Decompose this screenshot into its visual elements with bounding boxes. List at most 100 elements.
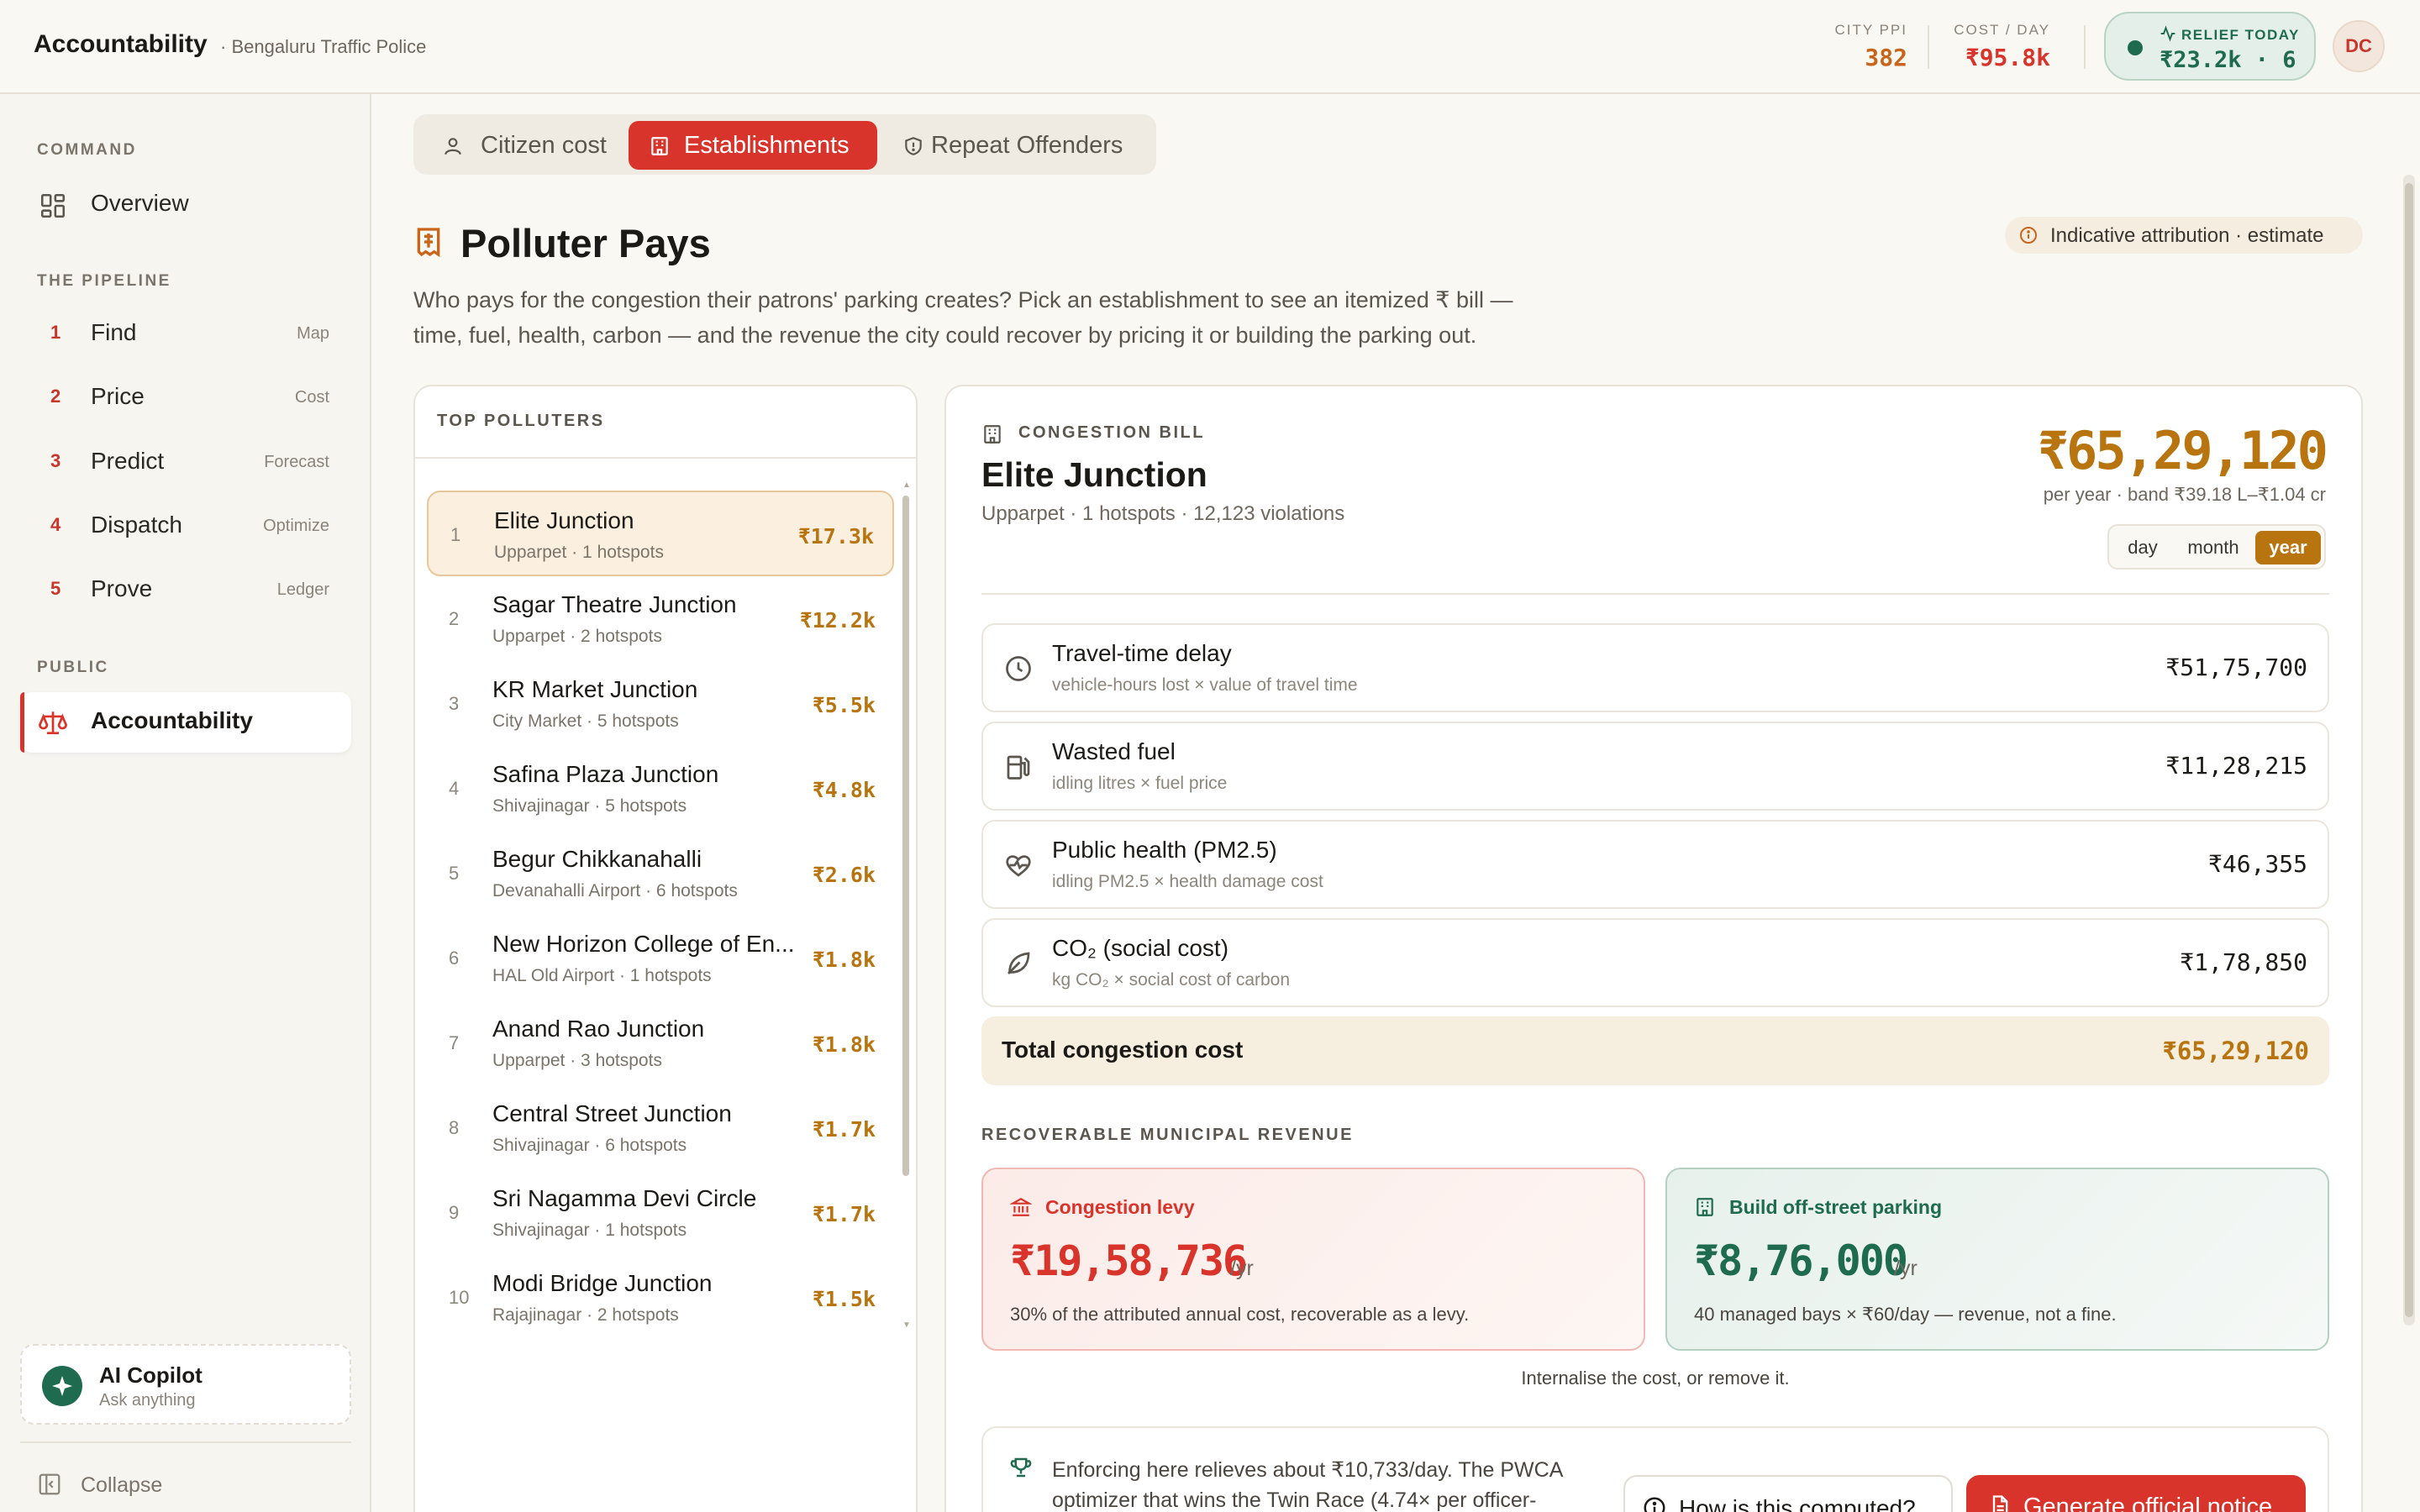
app-title: Accountability [34, 30, 208, 58]
rank: 4 [449, 778, 460, 799]
enforcement-text-line: optimizer that wins the Twin Race (4.74×… [1052, 1488, 1537, 1512]
divider [981, 593, 2329, 595]
clock-icon [1003, 654, 1034, 684]
line-title: Travel-time delay [1052, 640, 1232, 666]
public-heading: PUBLIC [37, 659, 109, 676]
app-subtitle: · Bengaluru Traffic Police [220, 36, 427, 57]
rank: 1 [450, 524, 461, 545]
how-computed-button[interactable]: How is this computed? [1623, 1475, 1953, 1512]
period-month-button[interactable]: month [2176, 533, 2250, 563]
sidebar-item-prove[interactable]: 5 Prove Ledger [20, 560, 351, 621]
polluter-sub: Devanahalli Airport · 6 hotspots [492, 881, 738, 900]
page-scroll-thumb[interactable] [2405, 183, 2413, 1317]
bill-total-amount: ₹65,29,120 [2037, 420, 2328, 481]
tab-establishments[interactable]: Establishments [629, 121, 877, 170]
parking-value: ₹8,76,000 [1694, 1236, 1908, 1285]
polluter-item[interactable]: 8 Central Street Junction Shivajinagar ·… [427, 1085, 894, 1171]
enforcement-text: Enforcing here relieves about ₹10,733/da… [1052, 1455, 1563, 1512]
parking-card: Build off-street parking ₹8,76,000 /yr 4… [1665, 1168, 2329, 1351]
relief-value: ₹23.2k · 6 [2160, 47, 2296, 73]
polluter-name: New Horizon College of En... [492, 931, 795, 957]
scale-icon [39, 708, 67, 737]
congestion-levy-card: Congestion levy ₹19,58,736 /yr 30% of th… [981, 1168, 1645, 1351]
sidebar-item-find[interactable]: 1 Find Map [20, 304, 351, 365]
bill-establishment-sub: Upparpet · 1 hotspots · 12,123 violation… [981, 502, 1345, 525]
step-number: 4 [50, 514, 61, 535]
sidebar-item-accountability[interactable]: Accountability [20, 692, 351, 753]
polluter-name: Central Street Junction [492, 1100, 732, 1126]
polluters-heading: TOP POLLUTERS [437, 412, 605, 430]
document-icon [1988, 1494, 2012, 1512]
tab-repeat-offenders[interactable]: Repeat Offenders [884, 121, 1150, 170]
sidebar-item-tag: Map [297, 324, 329, 343]
line-sub: idling litres × fuel price [1052, 774, 1228, 793]
line-value: ₹11,28,215 [2165, 752, 2307, 780]
period-year-button[interactable]: year [2255, 531, 2321, 564]
polluter-item[interactable]: 10 Modi Bridge Junction Rajajinagar · 2 … [427, 1255, 894, 1341]
polluter-sub: Upparpet · 2 hotspots [492, 627, 662, 646]
polluter-item[interactable]: 5 Begur Chikkanahalli Devanahalli Airpor… [427, 831, 894, 916]
sidebar-item-overview[interactable]: Overview [20, 175, 351, 235]
info-icon [2018, 225, 2039, 245]
sidebar-item-predict[interactable]: 3 Predict Forecast [20, 433, 351, 493]
command-heading: COMMAND [37, 141, 137, 159]
step-number: 1 [50, 322, 61, 343]
polluter-value: ₹1.8k [812, 1032, 876, 1057]
bill-establishment-name: Elite Junction [981, 455, 1207, 494]
list-scrollbar[interactable]: ▲ ▼ [902, 480, 911, 1337]
sidebar-item-price[interactable]: 2 Price Cost [20, 368, 351, 428]
info-icon [1642, 1495, 1667, 1512]
levy-value: ₹19,58,736 [1010, 1236, 1248, 1285]
page-title: Polluter Pays [460, 221, 711, 265]
bill-line-public-health: Public health (PM2.5) idling PM2.5 × hea… [981, 820, 2329, 909]
description-line: time, fuel, health, carbon — and the rev… [413, 323, 1477, 348]
polluter-item[interactable]: 4 Safina Plaza Junction Shivajinagar · 5… [427, 746, 894, 832]
polluter-name: Elite Junction [494, 507, 634, 533]
total-value: ₹65,29,120 [2162, 1037, 2309, 1065]
sidebar-item-dispatch[interactable]: 4 Dispatch Optimize [20, 496, 351, 557]
polluter-item[interactable]: 7 Anand Rao Junction Upparpet · 3 hotspo… [427, 1000, 894, 1086]
line-sub: idling PM2.5 × health damage cost [1052, 872, 1323, 891]
city-ppi-label: CITY PPI [1834, 22, 1907, 38]
polluter-name: Begur Chikkanahalli [492, 846, 702, 872]
receipt-icon [412, 225, 445, 259]
polluter-item[interactable]: 9 Sri Nagamma Devi Circle Shivajinagar ·… [427, 1170, 894, 1256]
tab-citizen-cost[interactable]: Citizen cost [422, 121, 620, 170]
page-description: Who pays for the congestion their patron… [413, 282, 1513, 353]
relief-today-pill[interactable]: RELIEF TODAY ₹23.2k · 6 [2104, 12, 2316, 81]
building-icon [1694, 1196, 1716, 1218]
period-day-button[interactable]: day [2116, 533, 2170, 563]
polluter-item[interactable]: 6 New Horizon College of En... HAL Old A… [427, 916, 894, 1001]
collapse-button[interactable]: Collapse [20, 1463, 272, 1505]
scroll-down-icon: ▼ [902, 1320, 911, 1330]
copilot-subtitle: Ask anything [99, 1391, 196, 1410]
total-row: Total congestion cost ₹65,29,120 [981, 1016, 2329, 1085]
tab-bar: Citizen cost Establishments Repeat Offen… [413, 114, 1156, 175]
polluter-item[interactable]: 2 Sagar Theatre Junction Upparpet · 2 ho… [427, 576, 894, 662]
scroll-up-icon: ▲ [902, 480, 911, 490]
heart-pulse-icon [1003, 850, 1034, 880]
rank: 8 [449, 1117, 460, 1138]
polluter-name: Sagar Theatre Junction [492, 591, 737, 617]
scroll-thumb[interactable] [902, 496, 909, 1176]
leaf-icon [1003, 948, 1034, 979]
page-scrollbar[interactable] [2403, 175, 2415, 1326]
grid-icon [39, 192, 67, 220]
bill-line-co2: CO₂ (social cost) kg CO₂ × social cost o… [981, 918, 2329, 1007]
sidebar: COMMAND Overview THE PIPELINE 1 Find Map… [0, 94, 371, 1512]
ai-copilot-card[interactable]: AI Copilot Ask anything [20, 1344, 351, 1425]
line-title: CO₂ (social cost) [1052, 935, 1229, 961]
top-polluters-card: TOP POLLUTERS 1 Elite Junction Upparpet … [413, 385, 918, 1512]
relief-label: RELIEF TODAY [2181, 27, 2300, 43]
polluter-item[interactable]: 3 KR Market Junction City Market · 5 hot… [427, 661, 894, 747]
polluter-item-selected[interactable]: 1 Elite Junction Upparpet · 1 hotspots ₹… [427, 491, 894, 576]
polluter-value: ₹12.2k [799, 608, 876, 633]
enforcement-text-line: Enforcing here relieves about ₹10,733/da… [1052, 1458, 1564, 1482]
polluter-value: ₹2.6k [812, 863, 876, 887]
polluter-value: ₹1.7k [812, 1117, 876, 1142]
period-toggle: day month year [2107, 524, 2326, 570]
building-icon [981, 423, 1003, 445]
generate-notice-button[interactable]: Generate official notice [1966, 1475, 2306, 1512]
avatar[interactable]: DC [2333, 20, 2385, 72]
polluter-name: Anand Rao Junction [492, 1016, 705, 1042]
